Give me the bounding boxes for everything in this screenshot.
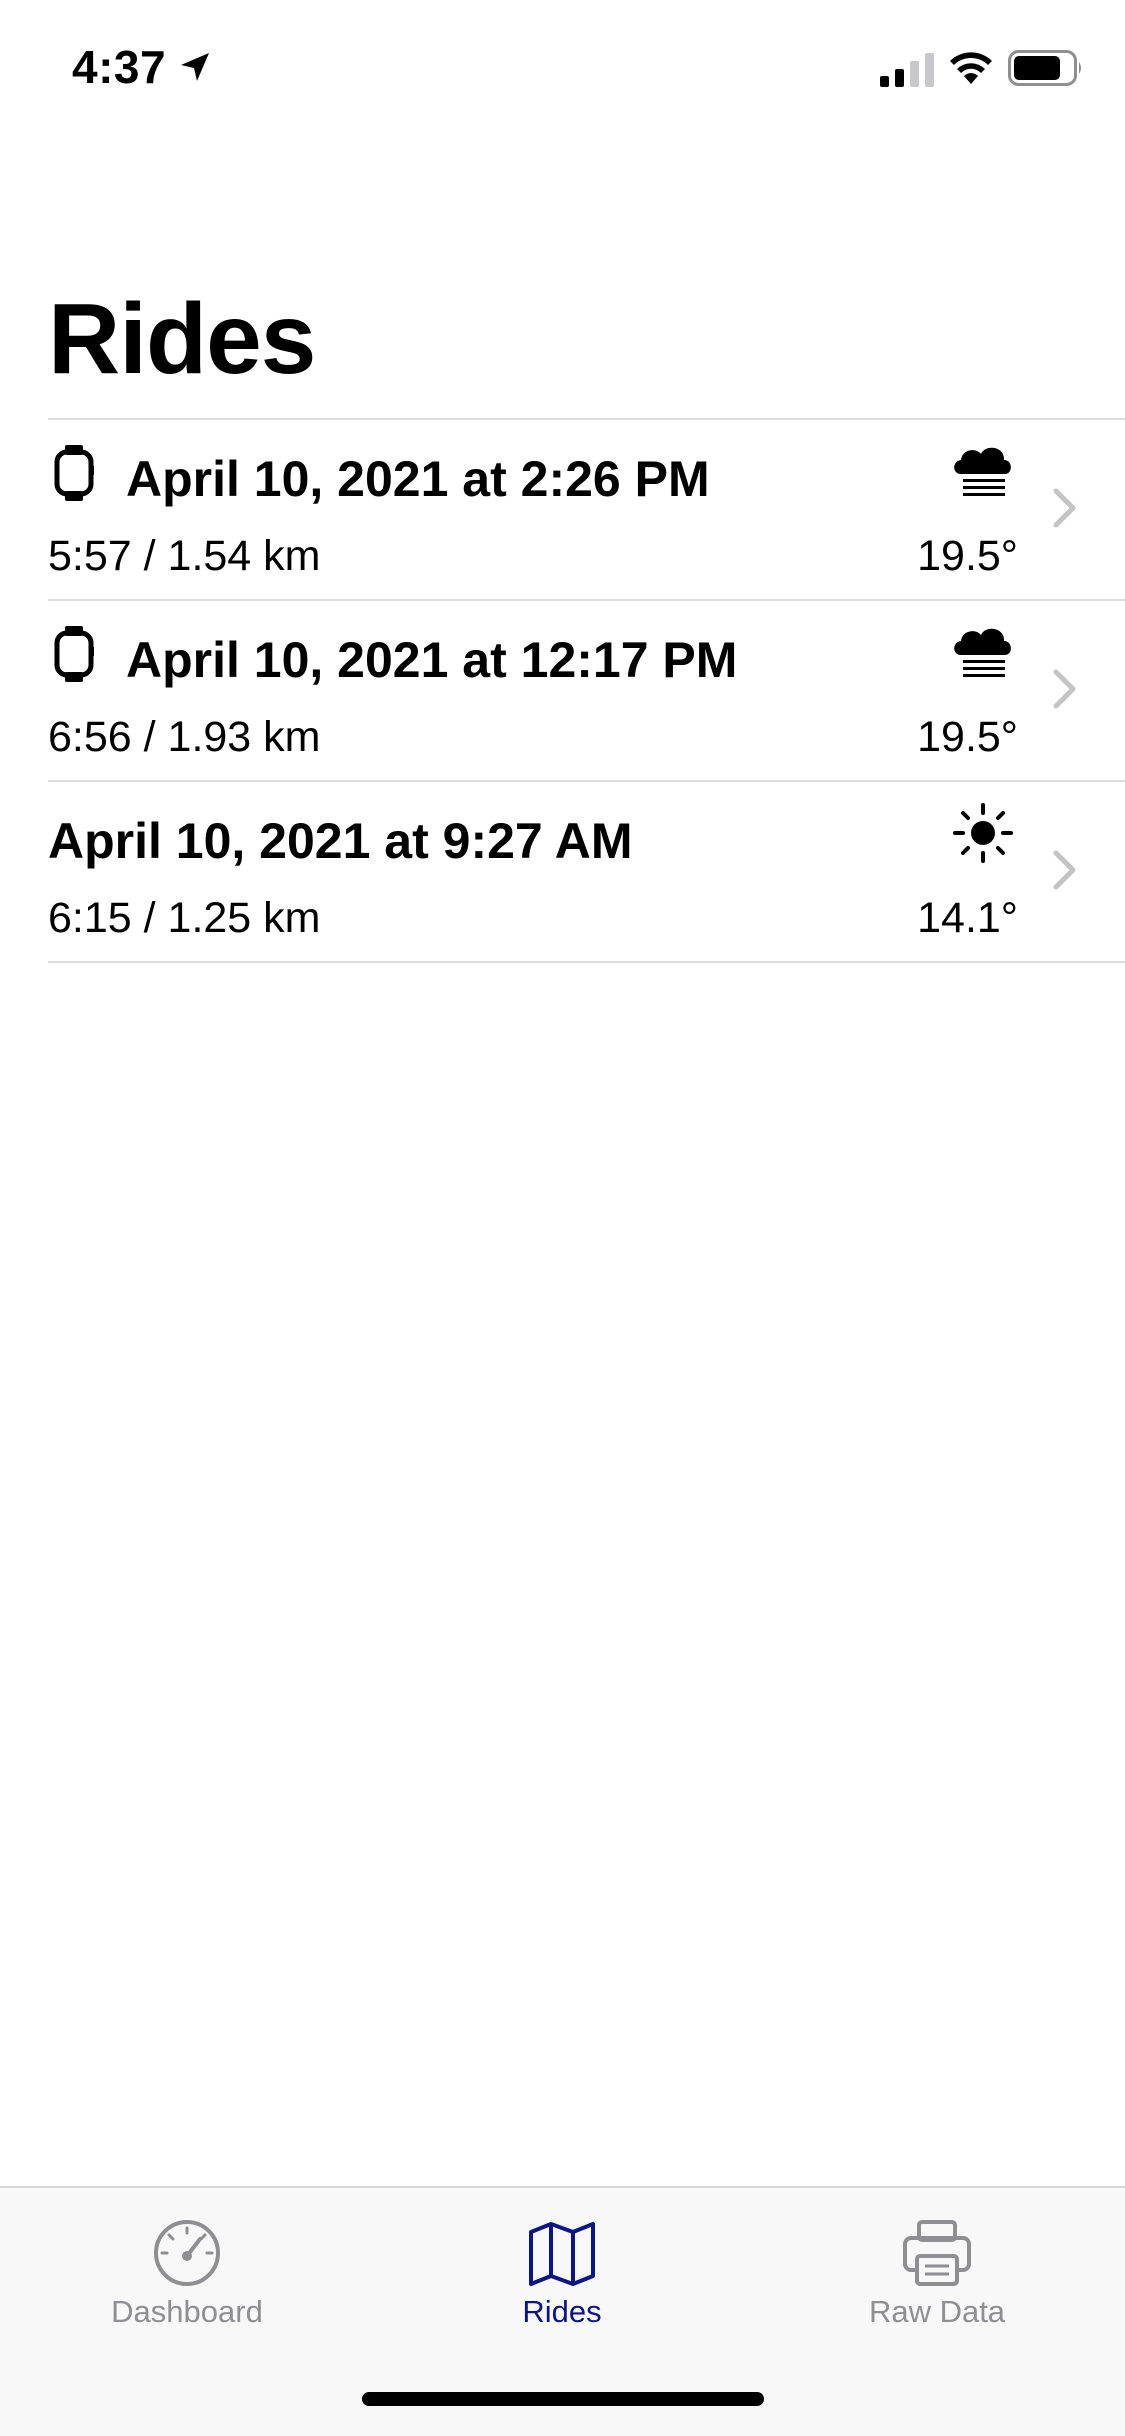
apple-watch-icon xyxy=(54,626,94,682)
tab-dashboard[interactable]: Dashboard xyxy=(37,2188,337,2368)
page-title: Rides xyxy=(48,283,316,395)
map-icon xyxy=(529,2222,595,2286)
wifi-icon xyxy=(950,52,992,84)
location-arrow-icon xyxy=(181,53,209,81)
ride-temperature: 14.1° xyxy=(917,894,1018,942)
ride-duration-distance: 6:56 / 1.93 km xyxy=(48,713,321,761)
fog-cloud-icon xyxy=(954,447,1011,496)
tab-raw-data[interactable]: Raw Data xyxy=(787,2188,1087,2368)
home-indicator xyxy=(362,2392,764,2406)
list-divider xyxy=(48,961,1125,963)
apple-watch-icon xyxy=(54,445,94,501)
tab-label: Raw Data xyxy=(868,2294,1006,2329)
fog-cloud-icon xyxy=(954,628,1011,677)
cellular-signal-icon xyxy=(880,53,934,87)
ride-title: April 10, 2021 at 9:27 AM xyxy=(48,813,633,869)
list-item[interactable]: April 10, 2021 at 12:17 PM 6:56 / 1.93 k… xyxy=(0,601,1125,780)
ride-temperature: 19.5° xyxy=(917,713,1018,761)
sun-icon xyxy=(953,803,1013,863)
chevron-right-icon xyxy=(1053,850,1076,890)
ride-temperature: 19.5° xyxy=(917,532,1018,580)
ride-title: April 10, 2021 at 2:26 PM xyxy=(126,451,710,507)
ride-duration-distance: 6:15 / 1.25 km xyxy=(48,894,321,942)
ride-duration-distance: 5:57 / 1.54 km xyxy=(48,532,321,580)
screen: 4:37 Rides April 10, 2021 at 2:26 PM 5:5… xyxy=(0,0,1125,2436)
chevron-right-icon xyxy=(1053,669,1076,709)
list-item[interactable]: April 10, 2021 at 9:27 AM 6:15 / 1.25 km… xyxy=(0,782,1125,961)
chevron-right-icon xyxy=(1053,488,1076,528)
tab-label: Dashboard xyxy=(111,2294,263,2329)
rides-list: April 10, 2021 at 2:26 PM 5:57 / 1.54 km… xyxy=(0,418,1125,963)
tab-rides[interactable]: Rides xyxy=(412,2188,712,2368)
list-item[interactable]: April 10, 2021 at 2:26 PM 5:57 / 1.54 km… xyxy=(0,420,1125,599)
speedometer-icon xyxy=(154,2220,220,2286)
battery-icon xyxy=(1008,50,1081,86)
status-bar: 4:37 xyxy=(0,0,1125,140)
tab-label: Rides xyxy=(522,2294,602,2329)
status-time: 4:37 xyxy=(72,41,167,93)
ride-title: April 10, 2021 at 12:17 PM xyxy=(126,632,738,688)
printer-icon xyxy=(903,2220,971,2286)
